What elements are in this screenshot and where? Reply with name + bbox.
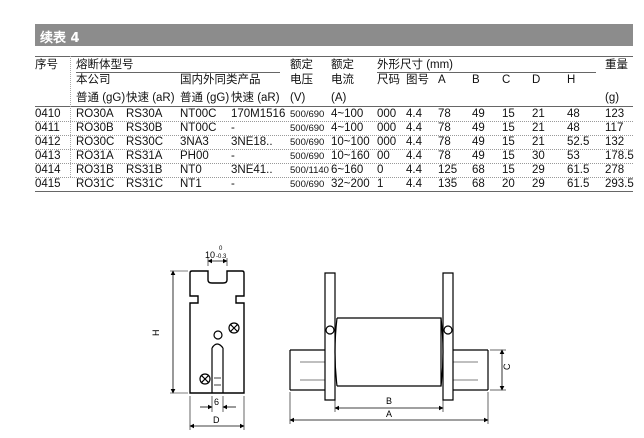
dim-label-h: H [151, 330, 161, 337]
side-view-drawing [170, 258, 245, 430]
dim-label-six: 6 [214, 397, 219, 407]
front-view-drawing [289, 272, 506, 424]
dim-label-d: D [213, 415, 220, 425]
dim-label-b: B [386, 396, 392, 406]
dim-label-c: C [502, 363, 512, 370]
fuse-drawing: H 10 -0.3 0 6 D B A C [151, 246, 512, 430]
dim-label-slot-tol-upper: 0 [219, 246, 223, 252]
dim-label-slot: 10 [205, 250, 215, 260]
dim-label-slot-tol: -0.3 [216, 254, 227, 260]
dim-label-a: A [386, 409, 392, 419]
